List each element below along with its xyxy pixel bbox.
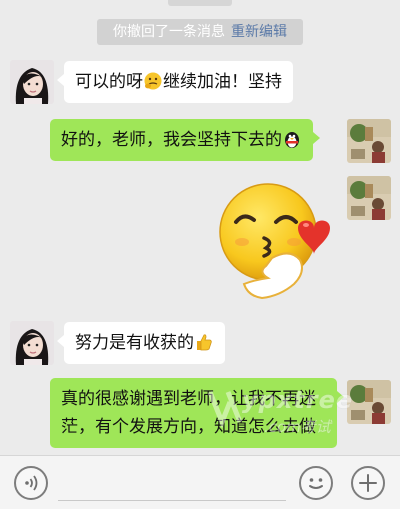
message-bubble-teacher[interactable]: 可以的呀 继续加油！坚持	[57, 61, 293, 103]
teacher-avatar[interactable]	[10, 321, 54, 365]
message-bubble-teacher[interactable]: 努力是有收获的	[57, 322, 225, 364]
emoji-face-icon	[309, 478, 323, 489]
my-avatar[interactable]	[347, 380, 391, 424]
voice-toggle-button[interactable]	[14, 466, 48, 500]
re-edit-link[interactable]: 重新编辑	[231, 24, 287, 40]
message-input[interactable]	[58, 465, 286, 501]
my-avatar[interactable]	[347, 119, 391, 163]
message-text-continued: 继续加油！坚持	[163, 72, 282, 92]
previous-timestamp-fragment	[168, 0, 232, 6]
plus-icon	[359, 474, 377, 492]
recall-notice: 你撤回了一条消息 重新编辑	[97, 19, 303, 45]
teacher-avatar[interactable]	[10, 60, 54, 104]
recall-notice-text: 你撤回了一条消息	[113, 24, 225, 40]
message-text: 可以的呀	[75, 72, 143, 92]
message-text: 好的，老师，我会坚持下去的	[61, 130, 282, 150]
message-text-line-1: 真的很感谢遇到老师，让我不再迷	[61, 389, 316, 409]
voice-icon	[25, 475, 38, 491]
message-bubble-me[interactable]: 真的很感谢遇到老师，让我不再迷 茫，有个发展方向，知道怎么去做	[50, 378, 344, 448]
message-bubble-me[interactable]: 好的，老师，我会坚持下去的	[50, 119, 320, 161]
thinking-face-emoji	[143, 71, 163, 91]
kissing-heart-face-sticker[interactable]	[214, 178, 332, 312]
more-functions-button[interactable]	[351, 466, 385, 500]
input-bar	[0, 455, 400, 509]
thumbs-up-emoji	[194, 332, 214, 352]
message-text: 努力是有收获的	[75, 333, 194, 353]
message-text-line-2: 茫，有个发展方向，知道怎么去做	[61, 417, 316, 437]
chat-area[interactable]: 你撤回了一条消息 重新编辑 可以的呀 继续加油！坚持 好的，老师，我会坚持下去的…	[0, 0, 400, 455]
my-avatar[interactable]	[347, 176, 391, 220]
penguin-emoji	[282, 129, 302, 149]
emoji-button[interactable]	[299, 466, 333, 500]
